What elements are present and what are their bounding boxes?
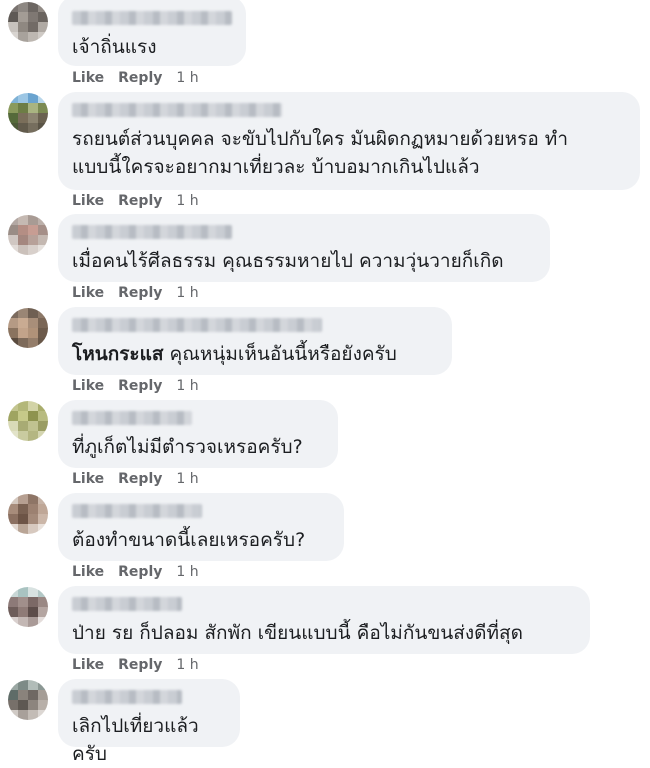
avatar[interactable] [8,308,48,348]
mention-tag[interactable]: โหนกระแส [72,343,163,365]
comment-time[interactable]: 1 h [176,471,198,487]
comment-text: ต้องทำขนาดนี้เลยเหรอครับ? [72,529,306,551]
commenter-name[interactable] [72,11,232,25]
commenter-name[interactable] [72,225,232,239]
like-button[interactable]: Like [72,471,104,487]
avatar[interactable] [8,93,48,133]
reply-button[interactable]: Reply [118,70,162,86]
comment-time[interactable]: 1 h [176,70,198,86]
comment-bubble: เมื่อคนไร้ศีลธรรม คุณธรรมหายไป ความวุ่นว… [58,214,550,282]
comment-bubble: ป่าย รย ก็ปลอม สักพัก เขียนแบบนี้ คือไม่… [58,586,590,654]
avatar[interactable] [8,401,48,441]
like-button[interactable]: Like [72,193,104,209]
comment-text: โหนกระแส คุณหนุ่มเห็นอันนี้หรือยังครับ [72,343,397,365]
like-button[interactable]: Like [72,657,104,673]
comment-bubble: ที่ภูเก็ตไม่มีตำรวจเหรอครับ? [58,400,338,468]
comment-time[interactable]: 1 h [176,285,198,301]
commenter-name[interactable] [72,103,282,117]
comment-text: ที่ภูเก็ตไม่มีตำรวจเหรอครับ? [72,436,303,458]
comment-time[interactable]: 1 h [176,378,198,394]
comment-bubble: รถยนต์ส่วนบุคคล จะขับไปกับใคร มันผิดกฏหม… [58,92,640,190]
comment-time[interactable]: 1 h [176,193,198,209]
comment-text: ป่าย รย ก็ปลอม สักพัก เขียนแบบนี้ คือไม่… [72,622,523,644]
comment-text: เมื่อคนไร้ศีลธรรม คุณธรรมหายไป ความวุ่นว… [72,250,504,272]
comment-bubble: เลิกไปเที่ยวแล้วครับ [58,679,240,765]
avatar[interactable] [8,2,48,42]
comment-time[interactable]: 1 h [176,657,198,673]
reply-button[interactable]: Reply [118,564,162,580]
commenter-name[interactable] [72,318,322,332]
reply-button[interactable]: Reply [118,378,162,394]
comment-time[interactable]: 1 h [176,564,198,580]
commenter-name[interactable] [72,690,182,704]
comment-bubble: เจ้าถิ่นแรง [58,0,246,66]
reply-button[interactable]: Reply [118,285,162,301]
comment-bubble: โหนกระแส คุณหนุ่มเห็นอันนี้หรือยังครับ [58,307,452,375]
like-button[interactable]: Like [72,70,104,86]
avatar[interactable] [8,215,48,255]
like-button[interactable]: Like [72,564,104,580]
like-button[interactable]: Like [72,378,104,394]
reply-button[interactable]: Reply [118,471,162,487]
avatar[interactable] [8,587,48,627]
comment-text: เลิกไปเที่ยวแล้วครับ [72,715,199,765]
avatar[interactable] [8,680,48,720]
comment-text: เจ้าถิ่นแรง [72,36,157,58]
reply-button[interactable]: Reply [118,193,162,209]
avatar[interactable] [8,494,48,534]
comment-bubble: ต้องทำขนาดนี้เลยเหรอครับ? [58,493,344,561]
commenter-name[interactable] [72,504,202,518]
like-button[interactable]: Like [72,285,104,301]
comment-text: รถยนต์ส่วนบุคคล จะขับไปกับใคร มันผิดกฏหม… [72,128,568,178]
reply-button[interactable]: Reply [118,657,162,673]
commenter-name[interactable] [72,411,192,425]
commenter-name[interactable] [72,597,182,611]
